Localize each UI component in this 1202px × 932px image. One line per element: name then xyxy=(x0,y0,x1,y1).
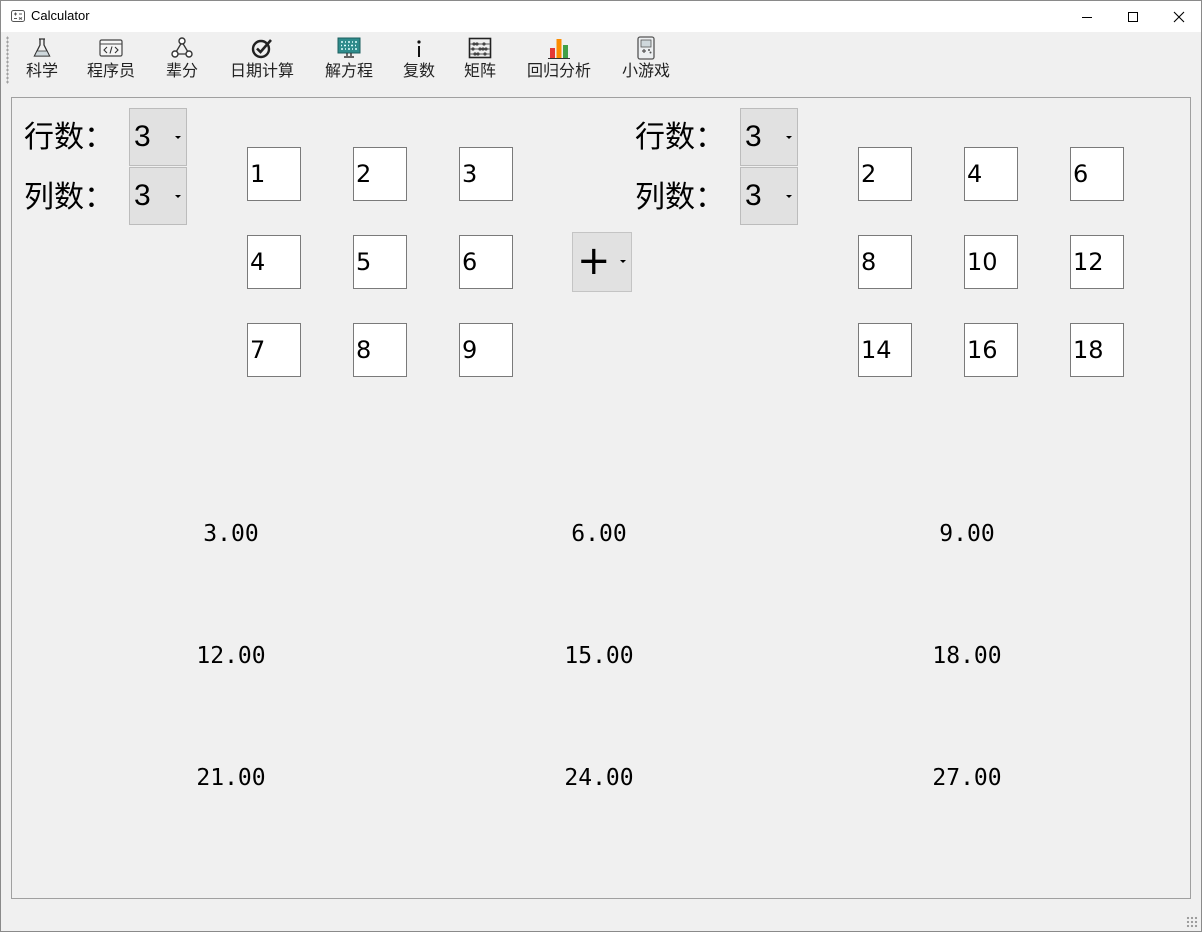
result-cell: 27.00 xyxy=(932,765,1002,791)
operator-select[interactable]: + xyxy=(572,232,632,292)
tool-equation[interactable]: 解方程 xyxy=(321,36,377,86)
chevron-down-icon xyxy=(175,136,181,139)
matrix-a-rows-select[interactable]: 3 xyxy=(129,108,187,166)
matrix-b-rows-select[interactable]: 3 xyxy=(740,108,798,166)
matrix-b-cell[interactable]: 2 xyxy=(858,147,912,201)
result-cell: 18.00 xyxy=(932,643,1002,669)
tool-label: 回归分析 xyxy=(526,61,591,80)
chevron-down-icon xyxy=(620,260,626,263)
matrix-b-cell[interactable]: 6 xyxy=(1070,147,1124,201)
matrix-a-cell[interactable]: 6 xyxy=(459,235,513,289)
result-cell: 21.00 xyxy=(196,765,266,791)
chevron-down-icon xyxy=(786,195,792,198)
maximize-button[interactable] xyxy=(1110,1,1156,32)
result-cell: 12.00 xyxy=(196,643,266,669)
matrix-b-rows-value: 3 xyxy=(745,120,762,153)
tool-label: 小游戏 xyxy=(621,61,670,80)
flask-icon xyxy=(33,38,51,57)
calendar-check-icon xyxy=(251,39,272,59)
family-tree-icon xyxy=(171,37,193,58)
minimize-icon xyxy=(1082,16,1092,18)
tool-label: 矩阵 xyxy=(463,61,496,80)
tool-kinship[interactable]: 辈分 xyxy=(163,36,201,86)
matrix-a-cols-select[interactable]: 3 xyxy=(129,167,187,225)
calculator-app-icon xyxy=(11,10,25,22)
close-icon xyxy=(1173,11,1185,22)
matrix-a-cols-value: 3 xyxy=(134,179,151,212)
matrix-b-cell[interactable]: 12 xyxy=(1070,235,1124,289)
matrix-a-cell[interactable]: 4 xyxy=(247,235,301,289)
matrix-b-rows-label: 行数： xyxy=(635,120,725,155)
matrix-a-cell[interactable]: 2 xyxy=(353,147,407,201)
matrix-b-cell[interactable]: 8 xyxy=(858,235,912,289)
maximize-icon xyxy=(1128,11,1138,22)
matrix-a-cell[interactable]: 9 xyxy=(459,323,513,377)
result-cell: 6.00 xyxy=(571,521,627,547)
tool-programmer[interactable]: 程序员 xyxy=(83,36,139,86)
title-bar: Calculator xyxy=(1,1,1201,32)
game-device-icon xyxy=(637,36,655,60)
tool-label: 复数 xyxy=(402,61,435,80)
result-cell: 9.00 xyxy=(939,521,995,547)
tool-science[interactable]: 科学 xyxy=(23,36,61,86)
matrix-a-cell[interactable]: 1 xyxy=(247,147,301,201)
matrix-b-cols-select[interactable]: 3 xyxy=(740,167,798,225)
tool-label: 辈分 xyxy=(165,61,198,80)
binary-monitor-icon xyxy=(337,37,361,58)
chevron-down-icon xyxy=(175,195,181,198)
matrix-a-cell[interactable]: 7 xyxy=(247,323,301,377)
tool-label: 解方程 xyxy=(324,61,373,80)
tool-complex[interactable]: 复数 xyxy=(400,36,438,86)
matrix-a-rows-label: 行数： xyxy=(24,120,114,155)
matrix-a-cell[interactable]: 8 xyxy=(353,323,407,377)
result-cell: 3.00 xyxy=(203,521,259,547)
result-cell: 24.00 xyxy=(564,765,634,791)
matrix-b-cell[interactable]: 4 xyxy=(964,147,1018,201)
tool-minigame[interactable]: 小游戏 xyxy=(618,36,674,86)
imaginary-i-icon xyxy=(417,40,421,57)
matrix-panel: 行数： 3 列数： 3 1 2 3 4 5 6 7 8 9 + 行数： 3 列数… xyxy=(11,97,1191,899)
matrix-a-cell[interactable]: 5 xyxy=(353,235,407,289)
toolbar-grip[interactable] xyxy=(6,36,9,84)
matrix-b-cols-value: 3 xyxy=(745,179,762,212)
resize-grip-icon[interactable] xyxy=(1186,916,1198,928)
chevron-down-icon xyxy=(786,136,792,139)
matrix-a-cols-label: 列数： xyxy=(24,180,114,215)
tool-label: 程序员 xyxy=(86,61,135,80)
tool-label: 日期计算 xyxy=(229,61,294,80)
calculator-window: Calculator 科学 程序员 辈分 日期计算 解方程 复数 矩阵 回归分析… xyxy=(0,0,1202,932)
tool-date-calc[interactable]: 日期计算 xyxy=(225,36,299,86)
tool-label: 科学 xyxy=(25,61,58,80)
minimize-button[interactable] xyxy=(1064,1,1110,32)
window-title: Calculator xyxy=(31,8,90,23)
abacus-icon xyxy=(468,37,492,59)
tool-matrix[interactable]: 矩阵 xyxy=(461,36,499,86)
matrix-a-rows-value: 3 xyxy=(134,120,151,153)
matrix-b-cols-label: 列数： xyxy=(635,180,725,215)
matrix-b-cell[interactable]: 10 xyxy=(964,235,1018,289)
result-cell: 15.00 xyxy=(564,643,634,669)
code-window-icon xyxy=(99,39,123,57)
bar-chart-icon xyxy=(548,39,570,59)
tool-regression[interactable]: 回归分析 xyxy=(522,36,596,86)
operator-value: + xyxy=(577,238,611,284)
mode-toolbar: 科学 程序员 辈分 日期计算 解方程 复数 矩阵 回归分析 小游戏 xyxy=(1,32,1201,88)
matrix-b-cell[interactable]: 16 xyxy=(964,323,1018,377)
matrix-b-cell[interactable]: 18 xyxy=(1070,323,1124,377)
close-button[interactable] xyxy=(1156,1,1202,32)
matrix-b-cell[interactable]: 14 xyxy=(858,323,912,377)
matrix-a-cell[interactable]: 3 xyxy=(459,147,513,201)
